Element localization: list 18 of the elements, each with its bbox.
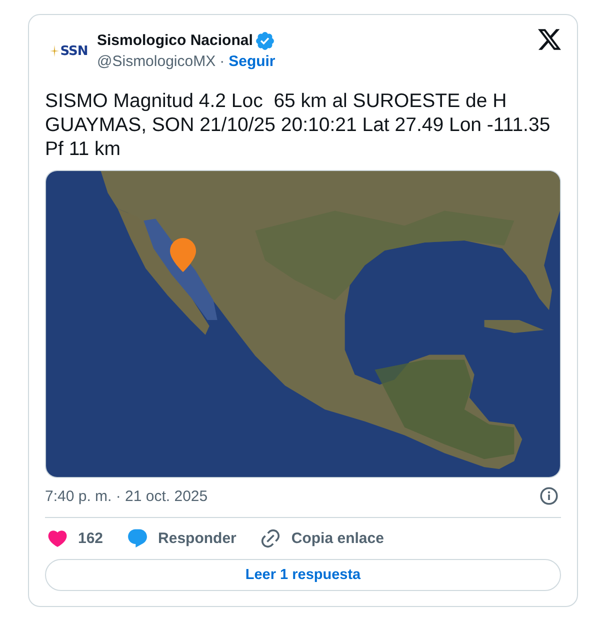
reply-button[interactable]: Responder xyxy=(128,528,236,548)
speech-bubble-icon xyxy=(128,528,148,548)
account-handle[interactable]: @SismologicoMX xyxy=(97,52,216,70)
follow-link[interactable]: Seguir xyxy=(228,52,276,70)
like-button[interactable]: 162 xyxy=(48,528,104,548)
copy-link-button[interactable]: Copia enlace xyxy=(261,528,384,548)
map-pin-icon xyxy=(170,238,196,272)
logo-text: SSN xyxy=(60,44,88,58)
heart-icon xyxy=(48,528,67,548)
timestamp[interactable]: 7:40 p. m. · 21 oct. 2025 xyxy=(45,488,208,504)
account-name[interactable]: Sismologico Nacional xyxy=(97,32,253,49)
read-replies-button[interactable]: Leer 1 respuesta xyxy=(45,559,561,591)
sparkle-icon xyxy=(50,45,60,57)
info-icon[interactable] xyxy=(540,487,558,505)
link-icon xyxy=(261,528,280,548)
separator-dot: · xyxy=(220,52,225,70)
x-logo-icon[interactable] xyxy=(538,29,561,50)
tweet-text: SISMO Magnitud 4.2 Loc 65 km al SUROESTE de H GUAYMAS, SON 21/10/25 20:10:21 Lat 27.49 Lon -111.35 Pf 11 km xyxy=(45,89,552,161)
